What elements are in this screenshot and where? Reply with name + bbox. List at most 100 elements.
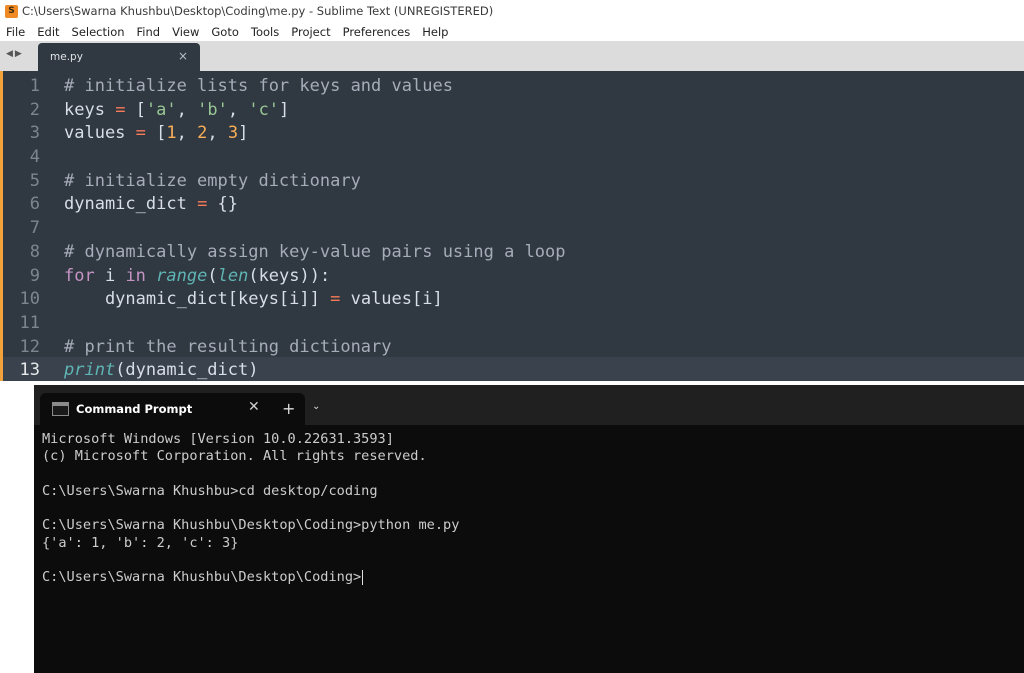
code-token: 'c' [248, 99, 280, 120]
close-icon[interactable]: × [178, 49, 188, 63]
terminal-line: C:\Users\Swarna Khushbu\Desktop\Coding> [42, 569, 364, 586]
close-icon[interactable]: ✕ [248, 399, 260, 415]
line-number: 8 [29, 241, 40, 262]
terminal-line: (c) Microsoft Corporation. All rights re… [42, 448, 427, 465]
code-token: for [64, 265, 95, 286]
code-token: , [176, 123, 198, 144]
sublime-app-icon: S [5, 4, 18, 18]
code-token: dynamic_dict[keys[i]] [64, 289, 331, 310]
code-token: dynamic_dict [64, 194, 198, 215]
code-token: = [197, 194, 208, 215]
code-token: 3 [227, 123, 239, 144]
menu-preferences[interactable]: Preferences [337, 25, 417, 39]
menu-project[interactable]: Project [285, 25, 336, 39]
code-line[interactable] [64, 312, 566, 336]
tab-nav-arrows-icon[interactable]: ◀▶ [6, 49, 24, 59]
code-token: {} [207, 194, 239, 215]
command-prompt-window[interactable]: Command Prompt ✕ + ⌄ Microsoft Windows [… [34, 385, 1024, 673]
line-number: 10 [19, 289, 40, 310]
code-line[interactable]: for i in range(len(keys)): [64, 265, 566, 289]
line-number: 4 [29, 147, 40, 168]
line-number: 3 [29, 123, 40, 144]
code-token: # initialize lists for keys and values [64, 76, 453, 96]
code-token: (dynamic_dict) [115, 360, 259, 381]
code-token: ] [279, 99, 290, 120]
code-token: 'b' [197, 99, 228, 120]
menu-find[interactable]: Find [131, 25, 167, 39]
title-bar: S C:\Users\Swarna Khushbu\Desktop\Coding… [0, 0, 1024, 22]
code-token: , [227, 99, 249, 120]
code-token: = [115, 99, 126, 120]
terminal-line: C:\Users\Swarna Khushbu>cd desktop/codin… [42, 482, 378, 499]
code-token: 1 [166, 123, 177, 144]
line-number: 9 [29, 265, 40, 286]
terminal-tab-label: Command Prompt [76, 402, 193, 416]
terminal-output[interactable]: Microsoft Windows [Version 10.0.22631.35… [42, 431, 459, 587]
code-token: 'a' [145, 99, 177, 120]
new-tab-plus-icon[interactable]: + [282, 399, 295, 418]
code-token: , [207, 123, 228, 144]
code-line[interactable]: # initialize lists for keys and values [64, 75, 566, 99]
code-token: keys [64, 99, 116, 120]
tab-bar: ◀▶ me.py × [0, 41, 1024, 71]
line-number: 6 [29, 194, 40, 215]
code-token: ( [207, 265, 218, 286]
line-number: 1 [29, 76, 40, 96]
code-line[interactable]: dynamic_dict[keys[i]] = values[i] [64, 288, 566, 312]
terminal-tab-command-prompt[interactable]: Command Prompt ✕ [40, 393, 305, 425]
code-line[interactable]: # initialize empty dictionary [64, 170, 566, 194]
code-token: (keys)): [248, 265, 331, 286]
menu-view[interactable]: View [166, 25, 205, 39]
code-token: values [64, 123, 136, 144]
code-token: [ [145, 123, 167, 144]
code-token: range [156, 265, 208, 286]
menu-tools[interactable]: Tools [245, 25, 285, 39]
line-number: 2 [29, 99, 40, 120]
window-title: C:\Users\Swarna Khushbu\Desktop\Coding\m… [22, 4, 494, 18]
text-cursor [362, 569, 364, 585]
code-line[interactable]: # dynamically assign key-value pairs usi… [64, 241, 566, 265]
code-editor[interactable]: 1 2 3 4 5 6 7 8 9 10 11 12 13 # initialize lists for… [0, 71, 1024, 381]
code-line[interactable]: print(dynamic_dict) [64, 359, 566, 383]
code-token: # dynamically assign key-value pairs usi… [64, 241, 566, 262]
code-token: = [135, 123, 146, 144]
code-token: in [125, 265, 146, 286]
code-token: values[i] [340, 289, 443, 310]
code-line[interactable] [64, 146, 566, 170]
tab-label: me.py [50, 51, 83, 63]
code-token: = [330, 289, 341, 310]
code-line[interactable]: dynamic_dict = {} [64, 193, 566, 217]
terminal-line: {'a': 1, 'b': 2, 'c': 3} [42, 534, 239, 551]
terminal-line: Microsoft Windows [Version 10.0.22631.35… [42, 431, 394, 447]
code-line[interactable]: keys = ['a', 'b', 'c'] [64, 99, 566, 123]
menu-help[interactable]: Help [416, 25, 454, 39]
chevron-down-icon[interactable]: ⌄ [312, 401, 320, 412]
tab-me-py[interactable]: me.py × [38, 43, 200, 71]
line-number: 5 [29, 170, 40, 191]
terminal-line: C:\Users\Swarna Khushbu\Desktop\Coding>p… [42, 517, 460, 534]
menu-goto[interactable]: Goto [205, 25, 245, 39]
code-token: 2 [197, 123, 208, 144]
code-area[interactable]: # initialize lists for keys and values ke… [64, 75, 566, 383]
menu-edit[interactable]: Edit [31, 25, 65, 39]
menu-file[interactable]: File [0, 25, 31, 39]
line-number: 13 [19, 360, 40, 381]
line-number-gutter: 1 2 3 4 5 6 7 8 9 10 11 12 13 [0, 75, 52, 383]
menu-selection[interactable]: Selection [66, 25, 131, 39]
line-number: 12 [19, 336, 40, 357]
code-token: # print the resulting dictionary [64, 336, 392, 357]
code-line[interactable]: values = [1, 2, 3] [64, 122, 566, 146]
menu-bar: File Edit Selection Find View Goto Tools… [0, 22, 1024, 41]
line-number: 7 [29, 218, 40, 239]
code-line[interactable]: # print the resulting dictionary [64, 336, 566, 360]
code-line[interactable] [64, 217, 566, 241]
code-token: # initialize empty dictionary [64, 170, 361, 191]
code-token: [ [125, 99, 146, 120]
code-token: ] [238, 123, 249, 144]
line-number: 11 [19, 312, 40, 333]
code-token: i [94, 265, 126, 286]
